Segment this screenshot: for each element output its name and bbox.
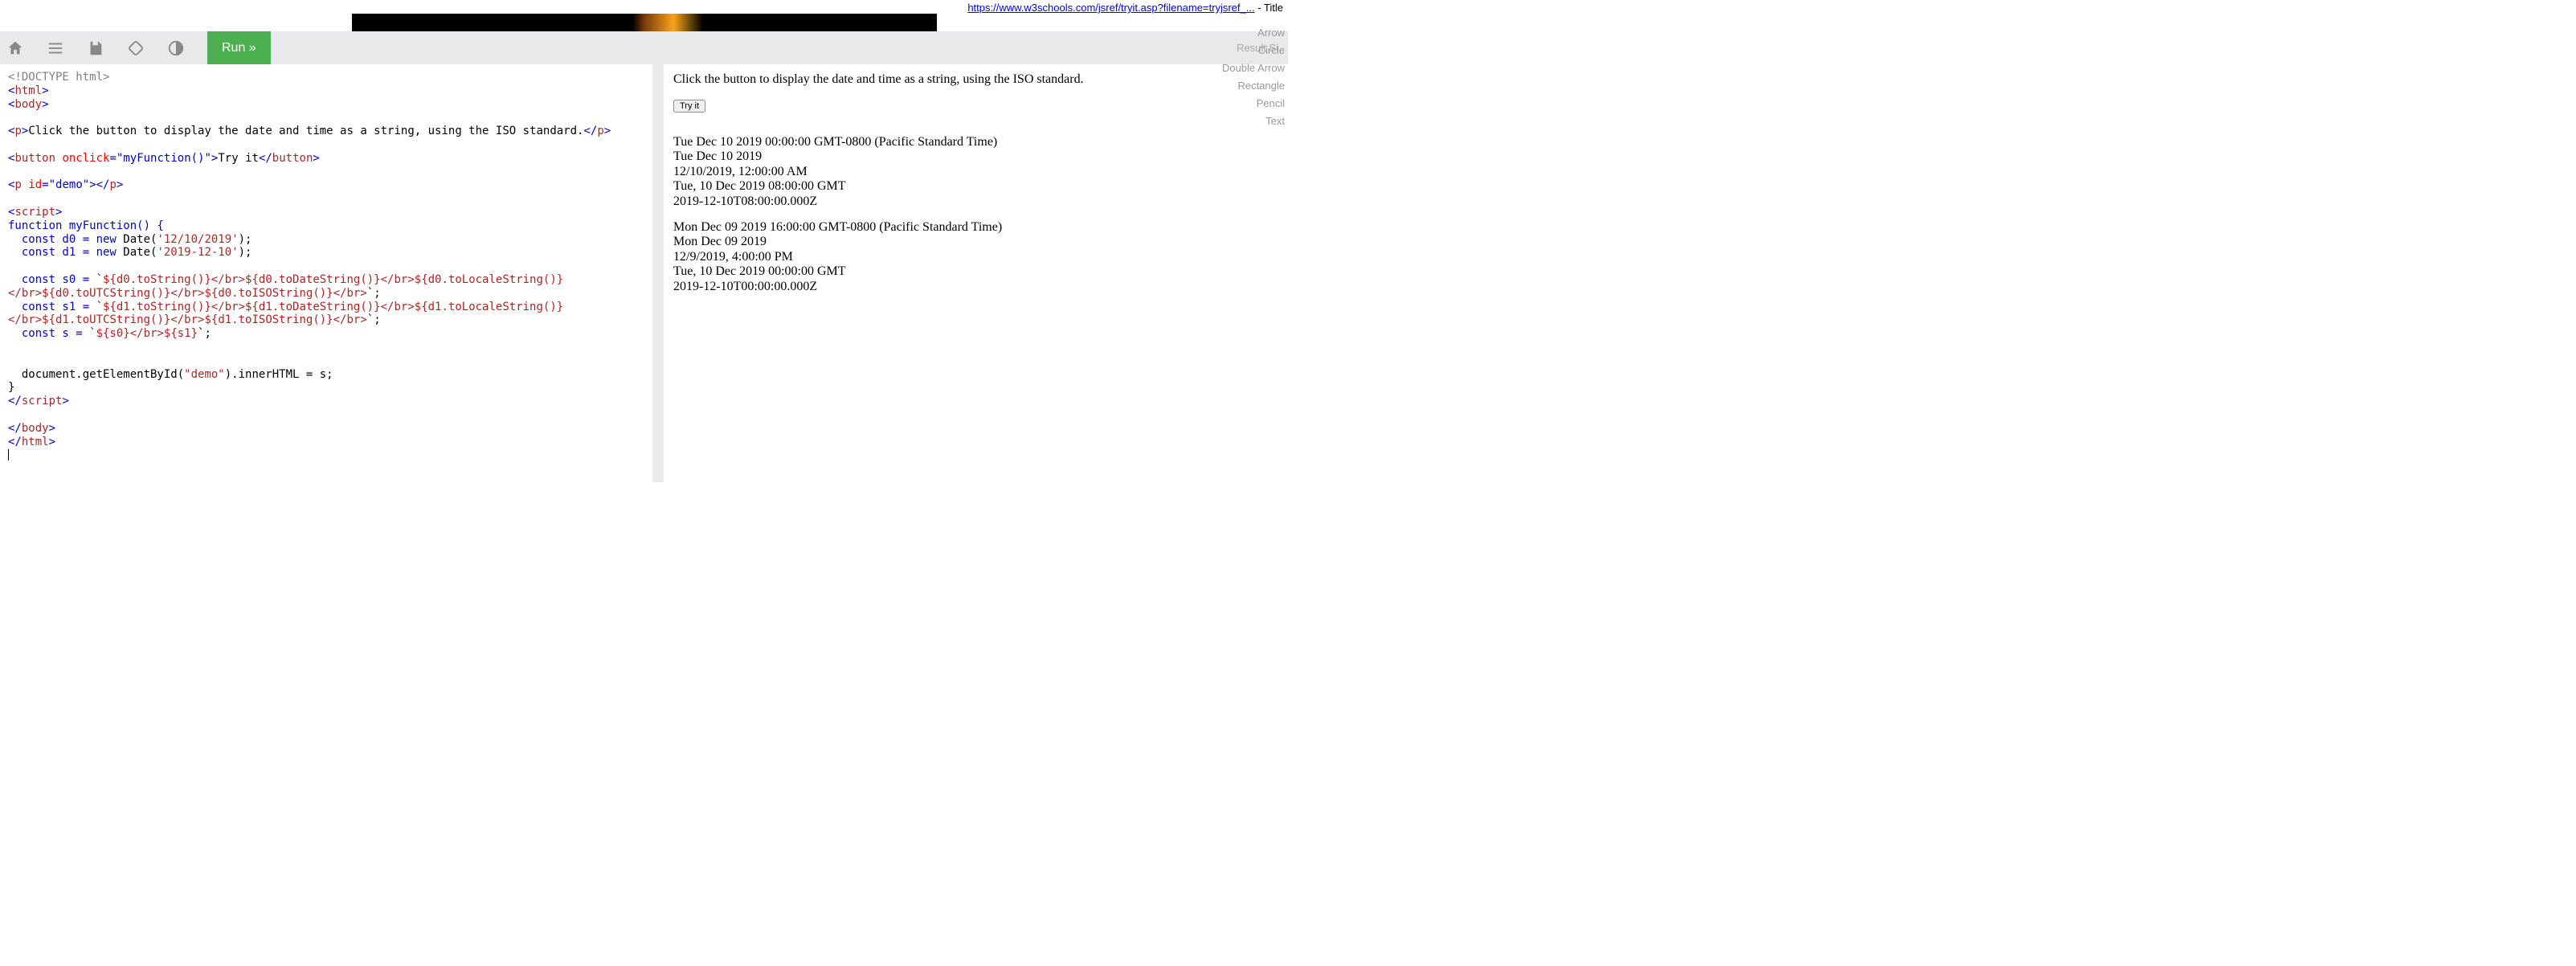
tryit-button[interactable]: Try it <box>673 100 705 113</box>
code-val-id: "demo" <box>49 178 90 191</box>
menu-icon[interactable] <box>47 39 64 57</box>
annot-circle[interactable]: Circle <box>1222 42 1285 59</box>
annot-double-arrow[interactable]: Double Arrow <box>1222 59 1285 77</box>
code-d0: const d0 = <box>8 233 96 246</box>
code-tag-body: body <box>14 98 42 111</box>
annot-pencil[interactable]: Pencil <box>1222 95 1285 113</box>
run-button[interactable]: Run » <box>207 31 271 64</box>
result-line: Tue Dec 10 2019 <box>673 149 1278 164</box>
code-editor[interactable]: <!DOCTYPE html> <html> <body> <p>Click t… <box>0 64 652 482</box>
home-icon[interactable] <box>6 39 24 57</box>
code-tag-body-close: body <box>22 422 49 435</box>
code-s0: const s0 = ` <box>8 273 103 286</box>
code-attr-onclick: onclick <box>62 152 109 165</box>
code-tag-html-close: html <box>22 436 49 448</box>
code-assign: document.getElementById( <box>8 368 184 381</box>
page-url-suffix: - Title <box>1255 2 1283 14</box>
save-icon[interactable] <box>87 39 104 57</box>
code-s: const s = ` <box>8 327 96 340</box>
code-s1: const s1 = ` <box>8 301 103 313</box>
code-tag-script-close: script <box>22 395 63 407</box>
code-fn-decl: function myFunction() { <box>8 219 164 232</box>
code-tag-script: script <box>14 206 55 219</box>
ad-banner <box>352 14 937 31</box>
theme-icon[interactable] <box>167 39 185 57</box>
result-line: Tue, 10 Dec 2019 08:00:00 GMT <box>673 179 1278 194</box>
result-line: 12/9/2019, 4:00:00 PM <box>673 250 1278 264</box>
code-d1: const d1 = <box>8 246 96 259</box>
result-line: Tue Dec 10 2019 00:00:00 GMT-0800 (Pacif… <box>673 135 1278 149</box>
result-line: 2019-12-10T00:00:00.000Z <box>673 280 1278 294</box>
annot-arrow[interactable]: Arrow <box>1222 24 1285 42</box>
result-line: Tue, 10 Dec 2019 00:00:00 GMT <box>673 264 1278 279</box>
code-val-onclick: "myFunction()" <box>117 152 211 165</box>
code-tag-html: html <box>14 84 42 97</box>
text-cursor <box>8 449 9 460</box>
editor-toolbar: Run » Result Si <box>0 31 1288 64</box>
result-pane: Click the button to display the date and… <box>664 64 1288 482</box>
page-url-link[interactable]: https://www.w3schools.com/jsref/tryit.as… <box>967 2 1254 14</box>
code-button-text: Try it <box>218 152 259 165</box>
result-line: 12/10/2019, 12:00:00 AM <box>673 165 1278 179</box>
rotate-icon[interactable] <box>127 39 145 57</box>
annot-text[interactable]: Text <box>1222 113 1285 130</box>
result-line: 2019-12-10T08:00:00.000Z <box>673 194 1278 209</box>
annotation-tool-panel: Arrow Circle Double Arrow Rectangle Penc… <box>1222 24 1285 130</box>
code-doctype: <!DOCTYPE html> <box>8 71 109 84</box>
result-line: Mon Dec 09 2019 16:00:00 GMT-0800 (Pacif… <box>673 220 1278 235</box>
result-block-2: Mon Dec 09 2019 16:00:00 GMT-0800 (Pacif… <box>673 220 1278 294</box>
result-block-1: Tue Dec 10 2019 00:00:00 GMT-0800 (Pacif… <box>673 135 1278 209</box>
code-p-text: Click the button to display the date and… <box>28 125 583 137</box>
result-intro: Click the button to display the date and… <box>673 72 1278 87</box>
result-line: Mon Dec 09 2019 <box>673 235 1278 249</box>
page-url-bar: https://www.w3schools.com/jsref/tryit.as… <box>0 0 1288 14</box>
editor-panes: <!DOCTYPE html> <html> <body> <p>Click t… <box>0 64 1288 482</box>
code-attr-id: id <box>28 178 42 191</box>
annot-rectangle[interactable]: Rectangle <box>1222 77 1285 95</box>
pane-divider[interactable] <box>652 64 664 482</box>
